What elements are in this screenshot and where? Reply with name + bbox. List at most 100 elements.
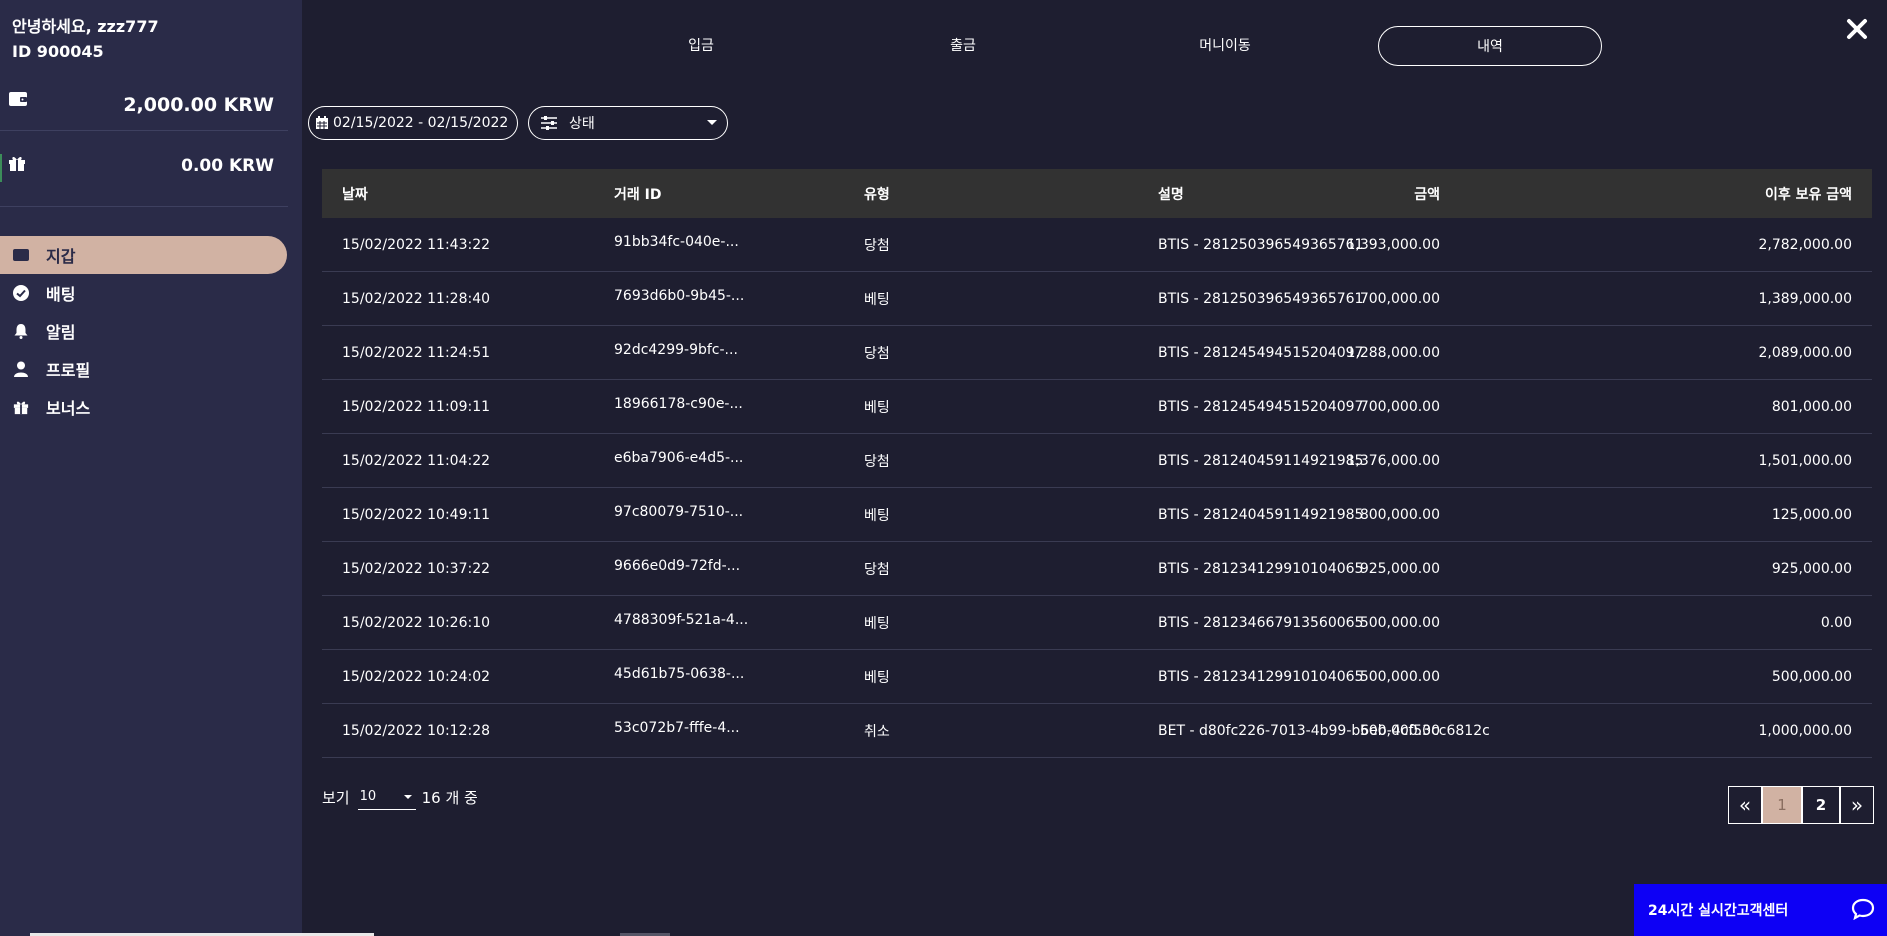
wallet-icon [12, 247, 30, 263]
cell-date: 15/02/2022 11:43:22 [342, 236, 491, 253]
bonus-indicator [0, 154, 2, 182]
cell-type: 베팅 [864, 507, 890, 524]
cell-date: 15/02/2022 11:09:11 [342, 398, 491, 415]
gift-icon [12, 399, 30, 415]
cell-type: 당첨 [864, 345, 890, 362]
cell-balance-after: 1,501,000.00 [1758, 452, 1852, 469]
total-count: 16 개 중 [421, 788, 478, 807]
table-row: 15/02/2022 10:37:22 9666e0d9-72fd-... 당첨 92… [322, 542, 1872, 596]
cell-type: 당첨 [864, 561, 890, 578]
cell-date: 15/02/2022 10:37:22 [342, 560, 491, 577]
cell-type: 당첨 [864, 453, 890, 470]
cell-balance-after: 500,000.00 [1771, 668, 1852, 685]
cell-transaction-id: e6ba7906-e4d5-... [614, 450, 744, 466]
cell-balance-after: 1,389,000.00 [1758, 290, 1852, 307]
page-2-button[interactable]: 2 [1802, 786, 1840, 824]
bonus-balance-row: 0.00 KRW [0, 140, 288, 207]
cell-date: 15/02/2022 11:04:22 [342, 452, 491, 469]
cell-date: 15/02/2022 10:26:10 [342, 614, 491, 631]
check-circle-icon [12, 285, 30, 301]
table-row: 15/02/2022 11:24:51 92dc4299-9bfc-... 당첨 1,… [322, 326, 1872, 380]
sidebar-item-label: 프로필 [46, 361, 91, 380]
gift-icon [8, 154, 28, 172]
cell-date: 15/02/2022 10:49:11 [342, 506, 491, 523]
cell-description: BTIS - 281234129910104065 [1158, 560, 1364, 577]
sidebar-item-betting[interactable]: 배팅 [0, 274, 302, 312]
cell-description: BTIS - 281250396549365761 [1158, 290, 1364, 307]
tab-history[interactable]: 내역 [1378, 26, 1602, 66]
cell-description: BTIS - 281240459114921985 [1158, 506, 1364, 523]
table-row: 15/02/2022 10:12:28 53c072b7-fffe-4... 취소 5… [322, 704, 1872, 758]
cell-type: 취소 [864, 723, 890, 740]
first-page-button[interactable]: « [1728, 786, 1762, 824]
date-range-filter[interactable]: 02/15/2022 - 02/15/2022 [308, 106, 518, 140]
sidebar-item-profile[interactable]: 프로필 [0, 350, 302, 388]
tab-withdraw[interactable]: 출금 [852, 26, 1074, 64]
chevron-down-icon [707, 120, 717, 125]
sidebar-item-label: 보너스 [46, 399, 91, 418]
transaction-table: 날짜 거래 ID 유형 금액 설명 이후 보유 금액 15/02/2022 11… [322, 169, 1872, 758]
cell-description: BTIS - 281234667913560065 [1158, 614, 1364, 631]
table-row: 15/02/2022 11:43:22 91bb34fc-040e-... 당첨 1,… [322, 218, 1872, 272]
wallet-balance-row: 2,000.00 KRW [0, 76, 288, 131]
support-label: 24시간 실시간고객센터 [1648, 903, 1789, 919]
cell-balance-after: 2,782,000.00 [1758, 236, 1852, 253]
sidebar-item-label: 배팅 [46, 285, 76, 304]
cell-type: 베팅 [864, 615, 890, 632]
cell-balance-after: 0.00 [1820, 614, 1852, 631]
cell-type: 당첨 [864, 237, 890, 254]
sidebar-item-label: 알림 [46, 323, 76, 342]
sidebar-item-notifications[interactable]: 알림 [0, 312, 302, 350]
cell-type: 베팅 [864, 399, 890, 416]
calendar-icon [315, 116, 329, 130]
tab-deposit[interactable]: 입금 [590, 26, 812, 64]
tab-money-transfer[interactable]: 머니이동 [1114, 26, 1336, 64]
header-description: 설명 [1158, 186, 1184, 203]
cell-balance-after: 925,000.00 [1771, 560, 1852, 577]
chat-icon [1851, 898, 1875, 921]
table-row: 15/02/2022 10:26:10 4788309f-521a-4... 베팅 5… [322, 596, 1872, 650]
cell-date: 15/02/2022 11:28:40 [342, 290, 491, 307]
last-page-button[interactable]: » [1840, 786, 1874, 824]
header-balance-after: 이후 보유 금액 [1764, 186, 1852, 203]
wallet-icon [8, 90, 28, 108]
cell-description: BTIS - 281240459114921985 [1158, 452, 1364, 469]
cell-transaction-id: 91bb34fc-040e-... [614, 234, 739, 250]
sliders-icon [541, 116, 557, 130]
sidebar-item-label: 지갑 [46, 247, 76, 266]
cell-transaction-id: 92dc4299-9bfc-... [614, 342, 738, 358]
status-filter[interactable]: 상태 [528, 106, 728, 140]
bell-icon [12, 323, 30, 339]
table-row: 15/02/2022 10:49:11 97c80079-7510-... 베팅 80… [322, 488, 1872, 542]
page-size-value: 10 [359, 789, 377, 804]
page-size-select[interactable]: 10 [357, 784, 416, 810]
cell-balance-after: 125,000.00 [1771, 506, 1852, 523]
header-date: 날짜 [342, 186, 368, 203]
sidebar-item-wallet[interactable]: 지갑 [0, 236, 287, 274]
sidebar-item-bonus[interactable]: 보너스 [0, 388, 302, 426]
cell-transaction-id: 45d61b75-0638-... [614, 666, 745, 682]
show-label: 보기 [322, 788, 350, 807]
cell-description: BTIS - 281245494515204097 [1158, 344, 1364, 361]
cell-description: BTIS - 281234129910104065 [1158, 668, 1364, 685]
sidebar-menu: 지갑 배팅 알림 프로필 보너스 [0, 236, 302, 426]
cell-balance-after: 2,089,000.00 [1758, 344, 1852, 361]
cell-description: BET - d80fc226-7013-4b99-b6eb-4cf53cc681… [1158, 722, 1490, 739]
user-icon [12, 361, 30, 377]
cell-transaction-id: 9666e0d9-72fd-... [614, 558, 741, 574]
support-chat-button[interactable]: 24시간 실시간고객센터 [1634, 884, 1887, 936]
close-icon[interactable] [1846, 18, 1868, 40]
table-body: 15/02/2022 11:43:22 91bb34fc-040e-... 당첨 1,… [322, 218, 1872, 758]
chevron-down-icon [403, 795, 412, 799]
status-filter-label: 상태 [569, 116, 595, 132]
cell-balance-after: 1,000,000.00 [1758, 722, 1852, 739]
cell-balance-after: 801,000.00 [1771, 398, 1852, 415]
cell-description: BTIS - 281245494515204097 [1158, 398, 1364, 415]
table-header: 날짜 거래 ID 유형 금액 설명 이후 보유 금액 [322, 169, 1872, 218]
sidebar: 안녕하세요, zzz777 ID 900045 2,000.00 KRW 0.0… [0, 0, 302, 936]
header-transaction-id: 거래 ID [614, 186, 662, 203]
header-type: 유형 [864, 186, 890, 203]
cell-transaction-id: 7693d6b0-9b45-... [614, 288, 745, 304]
page-1-button[interactable]: 1 [1762, 786, 1802, 824]
cell-type: 베팅 [864, 291, 890, 308]
